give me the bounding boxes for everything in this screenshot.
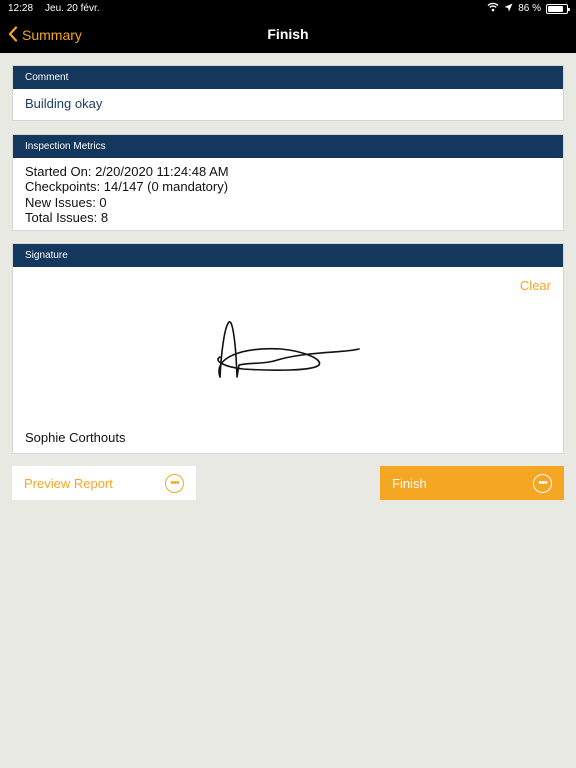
comment-card: Comment Building okay bbox=[12, 65, 564, 121]
location-arrow-icon bbox=[504, 3, 513, 15]
metrics-list: Started On: 2/20/2020 11:24:48 AM Checkp… bbox=[13, 158, 563, 231]
preview-report-label: Preview Report bbox=[24, 475, 113, 491]
comment-text[interactable]: Building okay bbox=[13, 89, 563, 119]
metric-new-issues: New Issues: 0 bbox=[25, 194, 107, 210]
clear-signature-link[interactable]: Clear bbox=[520, 278, 551, 293]
signature-card: Signature Clear Sophie Corthouts bbox=[12, 243, 564, 454]
status-time: 12:28 bbox=[8, 3, 34, 14]
finish-button[interactable]: Finish ••• bbox=[380, 466, 564, 500]
metric-started-on: Started On: 2/20/2020 11:24:48 AM bbox=[25, 164, 229, 179]
finish-label: Finish bbox=[392, 475, 427, 491]
status-indicators: 86 % bbox=[487, 2, 570, 15]
battery-percent: 86 % bbox=[518, 3, 541, 14]
preview-report-button[interactable]: Preview Report ••• bbox=[12, 466, 196, 500]
metric-checkpoints: Checkpoints: 14/147 (0 mandatory) bbox=[25, 179, 229, 195]
signature-stroke-loop bbox=[217, 347, 321, 378]
metrics-header: Inspection Metrics bbox=[13, 135, 563, 158]
status-bar: 12:28 Jeu. 20 févr. 86 % bbox=[0, 0, 576, 17]
page-title: Finish bbox=[267, 26, 309, 42]
signer-name: Sophie Corthouts bbox=[25, 430, 126, 445]
status-date: Jeu. 20 févr. bbox=[45, 3, 100, 14]
battery-icon bbox=[546, 3, 570, 14]
metric-total-issues: Total Issues: 8 bbox=[25, 210, 109, 226]
navigation-bar: Summary Finish bbox=[0, 17, 576, 53]
metrics-card: Inspection Metrics Started On: 2/20/2020… bbox=[12, 134, 564, 231]
comment-header: Comment bbox=[13, 66, 563, 89]
signature-header: Signature bbox=[13, 244, 563, 267]
signature-pad[interactable] bbox=[13, 267, 565, 432]
more-options-icon[interactable]: ••• bbox=[533, 473, 552, 493]
more-options-icon[interactable]: ••• bbox=[165, 473, 184, 493]
wifi-icon bbox=[487, 2, 499, 15]
